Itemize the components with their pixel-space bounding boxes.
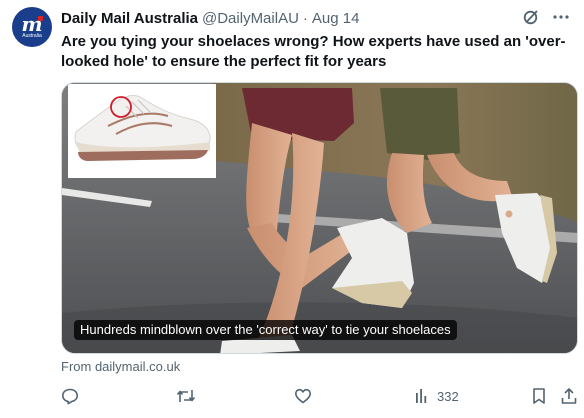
media-caption: Hundreds mindblown over the 'correct way… [74, 320, 457, 340]
share-icon [560, 387, 578, 405]
tweet-text: Are you tying your shoelaces wrong? How … [61, 33, 566, 70]
share-button[interactable] [560, 385, 578, 407]
like-icon [294, 387, 312, 405]
reply-icon [61, 387, 79, 405]
views-icon [413, 387, 431, 405]
more-icon[interactable] [552, 8, 570, 26]
author-handle[interactable]: @DailyMailAU [202, 10, 299, 27]
header-actions [522, 8, 570, 26]
tweet-media-image[interactable]: Hundreds mindblown over the 'correct way… [61, 82, 578, 354]
bookmark-icon [530, 387, 548, 405]
avatar-logo-subtext: Australia [22, 33, 42, 39]
grok-icon[interactable] [522, 8, 540, 26]
card-source-link[interactable]: From dailymail.co.uk [61, 359, 180, 374]
retweet-button[interactable] [176, 385, 196, 407]
views-count: 332 [437, 388, 459, 404]
avatar[interactable]: m Australia [12, 7, 52, 47]
tweet-header: Daily Mail Australia @DailyMailAU · Aug … [61, 8, 570, 28]
shoe-illustration [74, 94, 211, 161]
retweet-icon [176, 387, 196, 405]
tweet-action-bar: 332 [61, 385, 581, 407]
reply-button[interactable] [61, 385, 79, 407]
tweet-timestamp[interactable]: Aug 14 [312, 10, 360, 27]
bookmark-button[interactable] [530, 385, 548, 407]
shoe-inset-image [68, 84, 216, 178]
avatar-logo-dot [38, 16, 43, 21]
like-button[interactable] [294, 385, 312, 407]
header-separator: · [302, 9, 308, 27]
views-button[interactable]: 332 [413, 385, 459, 407]
author-display-name[interactable]: Daily Mail Australia [61, 10, 198, 27]
